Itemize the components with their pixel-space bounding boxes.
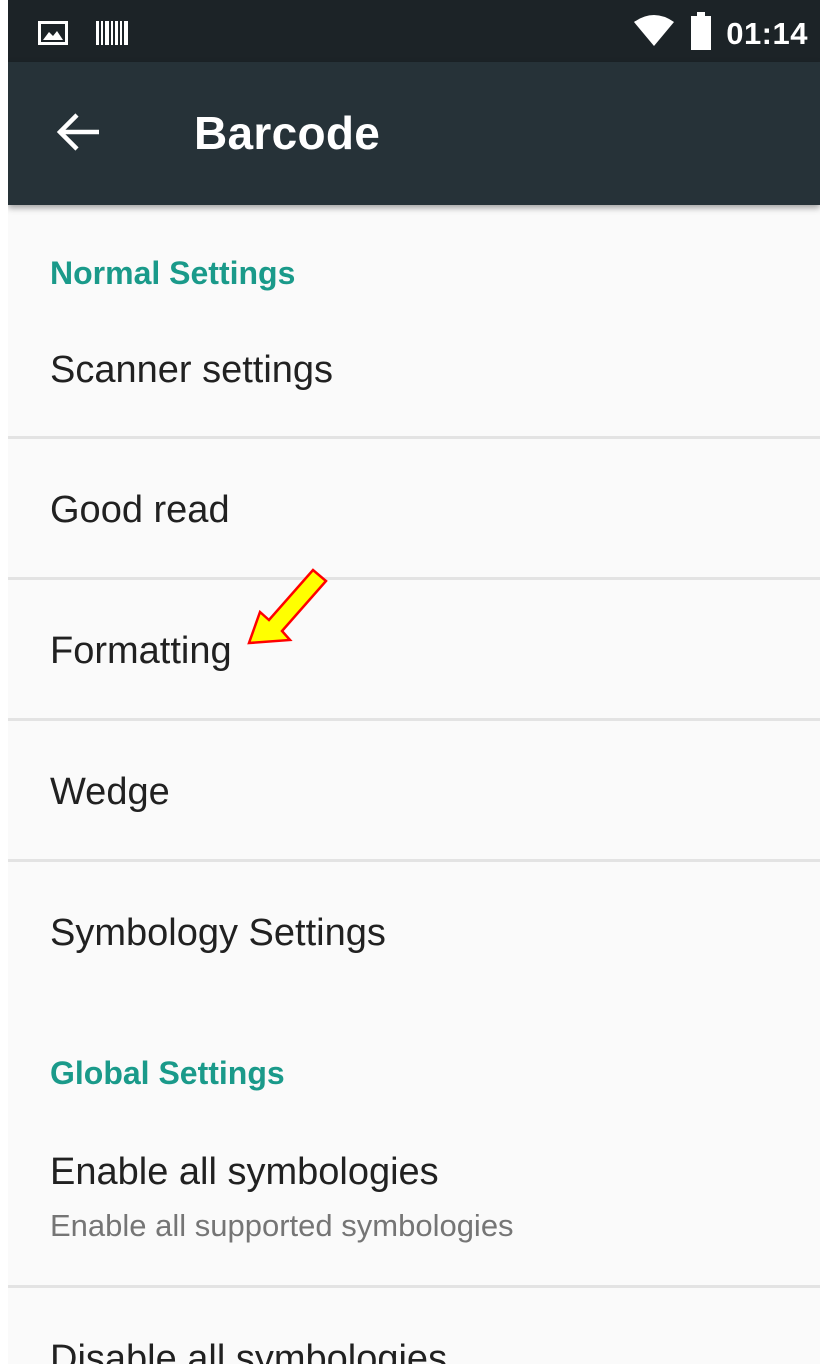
list-item-summary: Enable all supported symbologies <box>50 1208 514 1243</box>
list-item-title: Wedge <box>50 771 170 813</box>
list-item-enable-all-symbologies[interactable]: Enable all symbologies Enable all suppor… <box>8 1115 820 1285</box>
back-button[interactable] <box>48 104 108 164</box>
list-item-wedge[interactable]: Wedge <box>8 721 820 860</box>
list-item-good-read[interactable]: Good read <box>8 439 820 578</box>
app-bar: Barcode <box>8 62 820 205</box>
wifi-icon <box>632 14 676 53</box>
list-item-title: Scanner settings <box>50 349 334 391</box>
page-title: Barcode <box>194 107 381 159</box>
section-header-normal-settings: Normal Settings <box>50 255 296 291</box>
screen: 01:14 Barcode Normal Settings Scanner se… <box>8 0 820 1364</box>
list-item-symbology-settings[interactable]: Symbology Settings <box>8 862 820 1001</box>
list-item-scanner-settings[interactable]: Scanner settings <box>8 311 820 438</box>
list-item-title: Disable all symbologies <box>50 1338 448 1364</box>
list-item-title: Good read <box>50 489 230 531</box>
battery-icon <box>690 12 712 55</box>
arrow-back-icon <box>55 112 101 157</box>
list-item-formatting[interactable]: Formatting <box>8 580 820 719</box>
image-icon <box>38 21 68 50</box>
list-item-title: Symbology Settings <box>50 912 386 954</box>
barcode-icon <box>96 21 128 50</box>
annotation-arrow-icon <box>246 564 336 646</box>
list-item-title: Enable all symbologies <box>50 1151 439 1193</box>
status-bar: 01:14 <box>8 0 820 62</box>
list-item-disable-all-symbologies[interactable]: Disable all symbologies <box>8 1288 820 1364</box>
list-item-title: Formatting <box>50 630 232 672</box>
section-header-global-settings: Global Settings <box>50 1055 285 1091</box>
status-time: 01:14 <box>726 15 808 51</box>
